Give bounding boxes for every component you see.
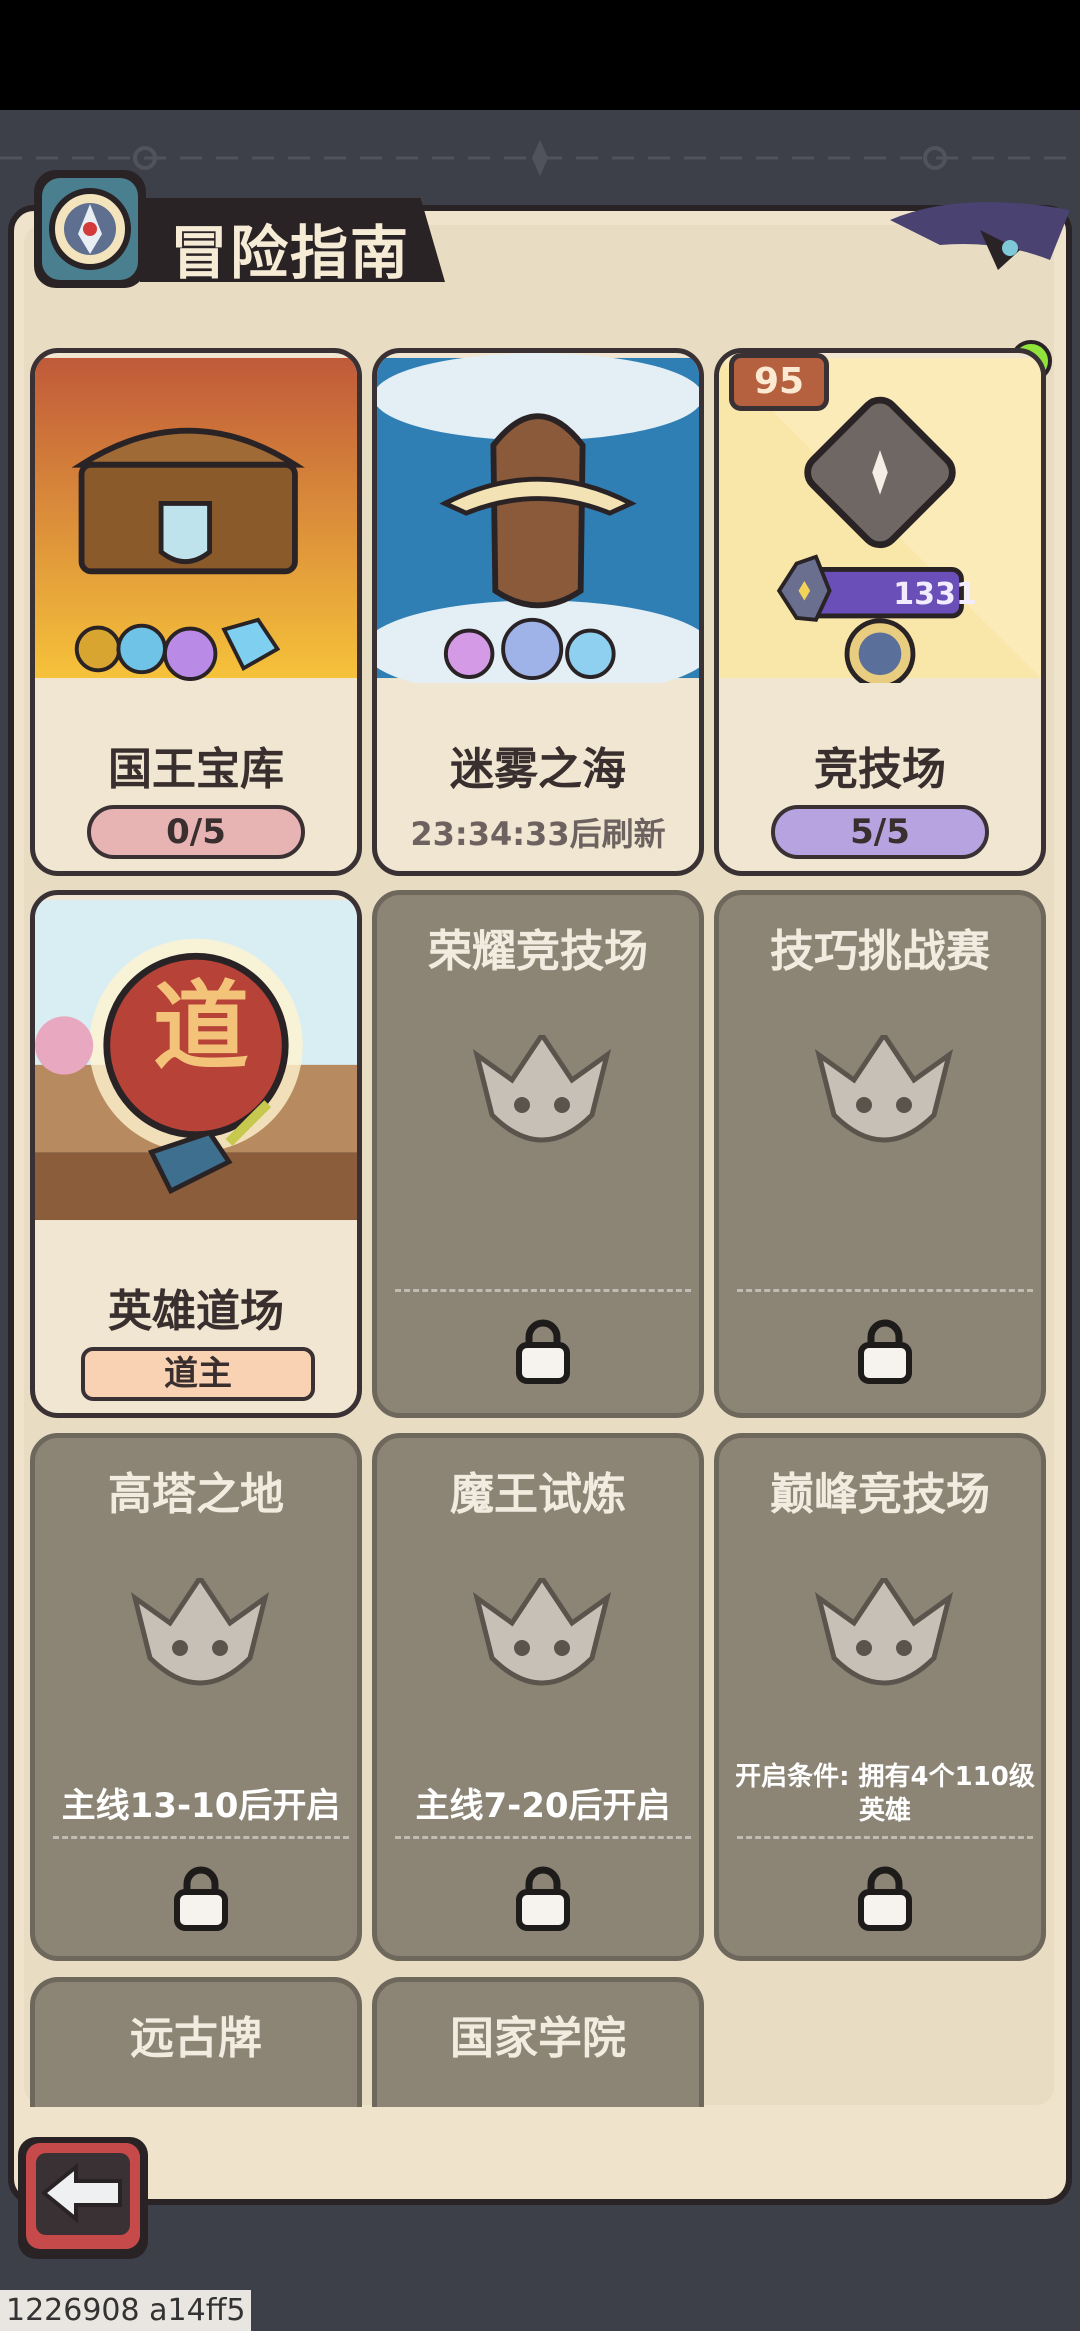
card-title: 巅峰竞技场 (770, 1469, 990, 1520)
unlock-condition: 主线7-20后开启 (415, 1786, 671, 1826)
card-hero-dojo[interactable]: 道 英雄道场 道主 (30, 890, 362, 1418)
card-title: 国王宝库 (108, 744, 284, 795)
divider (53, 1836, 349, 1839)
card-title: 技巧挑战赛 (770, 926, 990, 977)
card-title: 魔王试炼 (450, 1469, 626, 1520)
dragon-head-icon (814, 1578, 954, 1686)
dragon-corner-icon (890, 202, 1070, 270)
rank-badge: 95 (729, 353, 829, 411)
card-title: 远古牌 (130, 2013, 262, 2064)
unlock-condition: 开启条件: 拥有4个110级英雄 (735, 1762, 1035, 1826)
card-skill-challenge[interactable]: 技巧挑战赛 (714, 890, 1046, 1418)
card-glory-arena[interactable]: 荣耀竞技场 (372, 890, 704, 1418)
card-misty-sea[interactable]: 迷雾之海 23:34:33后刷新 (372, 348, 704, 876)
card-title: 竞技场 (814, 744, 946, 795)
progress-pill: 0/5 (87, 805, 305, 859)
boat-icon (377, 353, 699, 683)
lock-icon (516, 1866, 570, 1931)
arena-score: 1331 (893, 577, 977, 612)
card-arena[interactable]: 95 1331 竞技场 5/5 (714, 348, 1046, 876)
build-id: 1226908 a14ff5 (0, 2290, 252, 2331)
treasure-chest-icon (35, 357, 357, 681)
dragon-head-icon (472, 1035, 612, 1143)
divider (395, 1289, 691, 1292)
card-title: 荣耀竞技场 (428, 926, 648, 977)
lock-icon (516, 1319, 570, 1384)
card-title: 英雄道场 (108, 1286, 284, 1337)
card-ancient-cards[interactable]: 远古牌 (30, 1977, 362, 2107)
card-national-academy[interactable]: 国家学院 (372, 1977, 704, 2107)
card-peak-arena[interactable]: 巅峰竞技场 开启条件: 拥有4个110级英雄 (714, 1433, 1046, 1961)
divider (737, 1289, 1033, 1292)
lock-icon (174, 1866, 228, 1931)
card-title: 迷雾之海 (450, 744, 626, 795)
lock-icon (858, 1319, 912, 1384)
compass-icon (34, 170, 146, 288)
unlock-condition: 主线13-10后开启 (61, 1786, 341, 1826)
status-pill: 道主 (81, 1347, 315, 1401)
page-title-banner: 冒险指南 (140, 198, 445, 282)
divider (395, 1836, 691, 1839)
card-king-vault[interactable]: 国王宝库 0/5 (30, 348, 362, 876)
card-tower-land[interactable]: 高塔之地 主线13-10后开启 (30, 1433, 362, 1961)
progress-pill: 5/5 (771, 805, 989, 859)
dragon-head-icon (472, 1578, 612, 1686)
card-title: 国家学院 (450, 2013, 626, 2064)
refresh-timer: 23:34:33后刷新 (410, 815, 666, 853)
status-bar (0, 0, 1080, 110)
card-title: 高塔之地 (108, 1469, 284, 1520)
back-button[interactable] (14, 2133, 152, 2263)
page-title: 冒险指南 (170, 219, 411, 287)
dojo-emblem: 道 (153, 970, 249, 1083)
divider (737, 1836, 1033, 1839)
lock-icon (858, 1866, 912, 1931)
dragon-head-icon (130, 1578, 270, 1686)
card-demon-trial[interactable]: 魔王试炼 主线7-20后开启 (372, 1433, 704, 1961)
dragon-head-icon (814, 1035, 954, 1143)
